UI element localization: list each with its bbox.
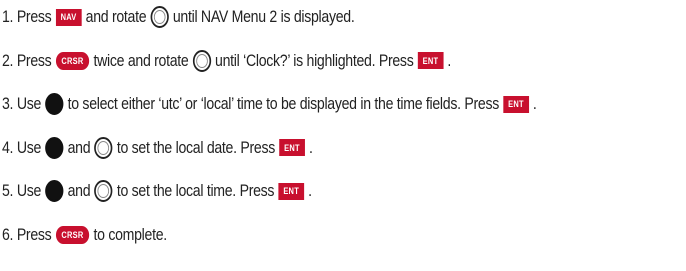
step-text: to set the local date. Press — [116, 137, 276, 157]
ent-key-icon: ENT — [503, 95, 529, 113]
step-text: and rotate — [85, 7, 147, 26]
ent-key-icon: ENT — [279, 139, 305, 156]
step-text: and — [67, 137, 91, 157]
step-text: 3. Use — [2, 94, 42, 113]
ent-key-icon: ENT — [278, 182, 304, 200]
instruction-step: 1. Press NAV and rotate until NAV Menu 2 is… — [2, 4, 570, 30]
step-text: . — [308, 181, 312, 200]
inner-knob-icon — [45, 93, 64, 115]
instruction-step: 5. Use and to set the local time. Press ENT… — [2, 178, 570, 204]
step-text: 1. Press — [2, 7, 52, 26]
outer-knob-icon — [192, 49, 211, 72]
step-text: . — [308, 137, 313, 157]
crsr-key-icon: CRSR — [55, 51, 90, 70]
instruction-steps: 1. Press NAV and rotate until NAV Menu 2 is… — [2, 4, 686, 265]
step-text: . — [447, 50, 452, 70]
ent-key-icon: ENT — [417, 52, 444, 69]
step-text: 4. Use — [2, 137, 42, 157]
step-text: twice and rotate — [93, 50, 189, 70]
crsr-key-icon: CRSR — [55, 225, 90, 244]
inner-knob-icon — [45, 180, 64, 202]
step-text: to complete. — [93, 224, 168, 244]
step-text: until NAV Menu 2 is displayed. — [172, 7, 355, 26]
instruction-step: 2. Press CRSR twice and rotate until ‘Clock… — [2, 48, 570, 74]
step-text: 2. Press — [2, 50, 52, 70]
outer-knob-icon — [150, 6, 169, 28]
outer-knob-icon — [94, 136, 113, 159]
outer-knob-icon — [94, 180, 113, 202]
step-text: 5. Use — [2, 181, 42, 200]
step-text: and — [67, 181, 91, 200]
step-text: to set the local time. Press — [116, 181, 275, 200]
step-text: . — [532, 94, 537, 113]
step-text: until ‘Clock?’ is highlighted. Press — [215, 50, 414, 70]
step-text: 6. Press — [2, 224, 52, 244]
instruction-step: 4. Use and to set the local date. Press ENT… — [2, 135, 570, 161]
instruction-step: 3. Use to select either ‘utc’ or ‘local’ … — [2, 91, 570, 117]
inner-knob-icon — [45, 136, 64, 159]
instruction-step: 6. Press CRSR to complete. — [2, 222, 570, 248]
nav-key-icon: NAV — [55, 8, 82, 26]
step-text: to select either ‘utc’ or ‘local’ time t… — [67, 94, 500, 113]
